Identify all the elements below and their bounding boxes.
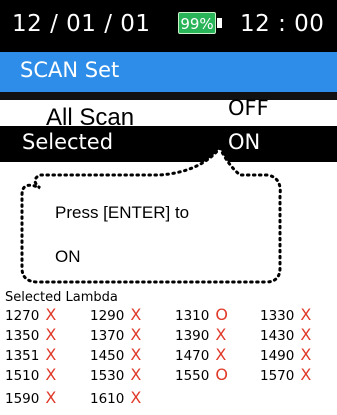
lambda-item: 1490 X xyxy=(260,345,311,364)
lambda-wavelength: 1310 xyxy=(175,308,210,324)
lambda-wavelength: 1430 xyxy=(260,328,295,344)
battery-indicator: 99% xyxy=(178,12,216,34)
lambda-wavelength: 1490 xyxy=(260,348,295,364)
unselected-mark-icon: X xyxy=(300,345,312,364)
all-scan-value: OFF xyxy=(228,96,269,120)
lambda-item: 1550 O xyxy=(175,365,228,384)
unselected-mark-icon: X xyxy=(130,305,142,324)
lambda-item: 1310 O xyxy=(175,305,228,324)
lambda-item: 1430 X xyxy=(260,325,311,344)
lambda-item: 1351 X xyxy=(5,345,56,364)
lambda-item: 1470 X xyxy=(175,345,226,364)
lambda-wavelength: 1270 xyxy=(5,308,40,324)
unselected-mark-icon: X xyxy=(300,305,312,324)
lambda-item: 1450 X xyxy=(90,345,141,364)
unselected-mark-icon: X xyxy=(130,388,142,407)
title-bar: SCAN Set xyxy=(0,52,337,92)
header-divider xyxy=(0,92,337,100)
lambda-wavelength: 1470 xyxy=(175,348,210,364)
lambda-wavelength: 1390 xyxy=(175,328,210,344)
lambda-item: 1270 X xyxy=(5,305,56,324)
time-display: 12 : 00 xyxy=(240,11,325,37)
unselected-mark-icon: X xyxy=(130,345,142,364)
unselected-mark-icon: X xyxy=(300,365,312,384)
unselected-mark-icon: X xyxy=(45,305,57,324)
unselected-mark-icon: X xyxy=(130,365,142,384)
selected-mark-icon: O xyxy=(215,305,228,324)
lambda-wavelength: 1510 xyxy=(5,368,40,384)
lambda-wavelength: 1590 xyxy=(5,391,40,407)
lambda-item: 1330 X xyxy=(260,305,311,324)
selected-mark-icon: O xyxy=(215,365,228,384)
popup-value: ON xyxy=(55,247,81,266)
selected-value: ON xyxy=(228,130,261,154)
lambda-wavelength: 1370 xyxy=(90,328,125,344)
popup-message: Press [ENTER] to xyxy=(55,203,190,222)
unselected-mark-icon: X xyxy=(45,345,57,364)
lambda-item: 1530 X xyxy=(90,365,141,384)
unselected-mark-icon: X xyxy=(45,388,57,407)
lambda-item: 1390 X xyxy=(175,325,226,344)
battery-icon xyxy=(217,18,222,28)
unselected-mark-icon: X xyxy=(215,325,227,344)
lambda-item: 1350 X xyxy=(5,325,56,344)
lambda-wavelength: 1570 xyxy=(260,368,295,384)
lambda-wavelength: 1530 xyxy=(90,368,125,384)
page-title: SCAN Set xyxy=(20,58,120,82)
lambda-title: Selected Lambda xyxy=(5,290,118,305)
lambda-wavelength: 1351 xyxy=(5,348,40,364)
lambda-item: 1370 X xyxy=(90,325,141,344)
lambda-item: 1570 X xyxy=(260,365,311,384)
lambda-wavelength: 1290 xyxy=(90,308,125,324)
status-bar: 12 / 01 / 01 99% 12 : 00 xyxy=(0,0,337,52)
lambda-wavelength: 1450 xyxy=(90,348,125,364)
lambda-item: 1290 X xyxy=(90,305,141,324)
lambda-item: 1510 X xyxy=(5,365,56,384)
selected-label: Selected xyxy=(22,130,114,154)
unselected-mark-icon: X xyxy=(215,345,227,364)
unselected-mark-icon: X xyxy=(300,325,312,344)
lambda-item: 1610 X xyxy=(90,388,141,407)
lambda-wavelength: 1610 xyxy=(90,391,125,407)
unselected-mark-icon: X xyxy=(130,325,142,344)
device-screen: 12 / 01 / 01 99% 12 : 00 SCAN Set OFF Al… xyxy=(0,0,337,415)
unselected-mark-icon: X xyxy=(45,325,57,344)
date-display: 12 / 01 / 01 xyxy=(12,11,151,37)
unselected-mark-icon: X xyxy=(45,365,57,384)
lambda-wavelength: 1330 xyxy=(260,308,295,324)
lambda-wavelength: 1350 xyxy=(5,328,40,344)
lambda-item: 1590 X xyxy=(5,388,56,407)
lambda-wavelength: 1550 xyxy=(175,368,210,384)
